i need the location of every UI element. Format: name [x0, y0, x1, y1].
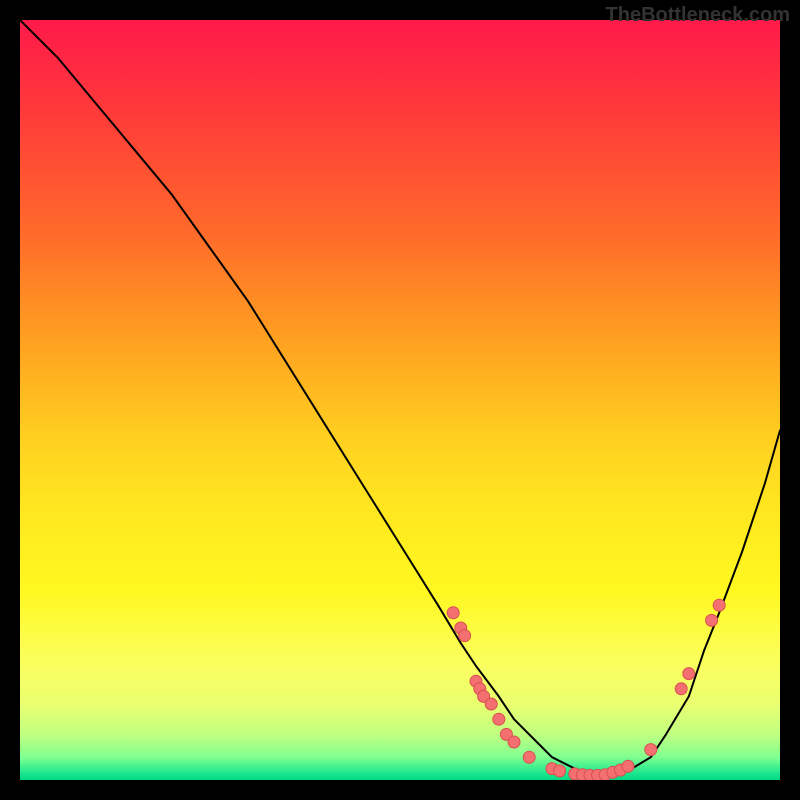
chart-svg	[20, 20, 780, 780]
chart-marker	[622, 760, 634, 772]
chart-marker	[706, 614, 718, 626]
chart-marker	[447, 607, 459, 619]
chart-plot-area	[20, 20, 780, 780]
chart-marker	[523, 751, 535, 763]
chart-markers	[447, 599, 725, 780]
bottleneck-curve	[20, 20, 780, 776]
chart-marker	[713, 599, 725, 611]
chart-marker	[493, 713, 505, 725]
chart-marker	[554, 765, 566, 777]
chart-marker	[645, 744, 657, 756]
chart-marker	[508, 736, 520, 748]
chart-marker	[683, 668, 695, 680]
chart-marker	[675, 683, 687, 695]
chart-marker	[485, 698, 497, 710]
watermark-text: TheBottleneck.com	[606, 4, 790, 27]
chart-marker	[459, 630, 471, 642]
